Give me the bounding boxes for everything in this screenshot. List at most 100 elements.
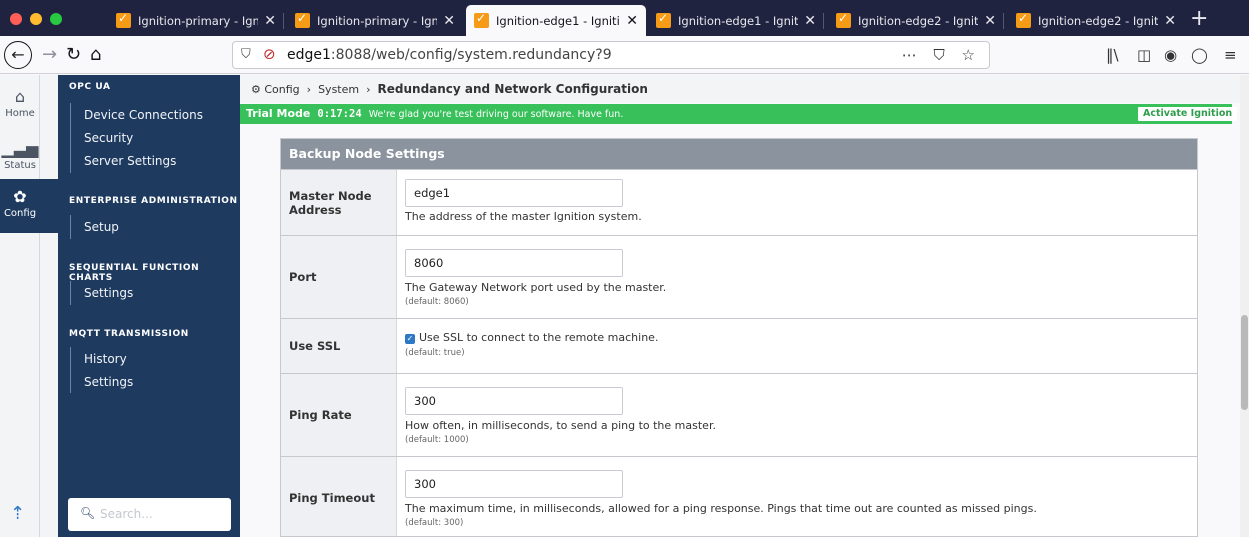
rail-home[interactable]: ⌂ Home bbox=[0, 79, 40, 133]
trial-timer: 0:17:24 bbox=[317, 108, 362, 120]
sidebar-search: 🔍︎ bbox=[68, 498, 231, 531]
tab-title: Ignition-edge1 - Ignition G bbox=[678, 13, 799, 28]
config-sidebar: OPC UA Device Connections Security Serve… bbox=[58, 75, 240, 537]
reload-icon[interactable]: ↻ bbox=[66, 44, 81, 65]
setting-default: (default: 1000) bbox=[405, 435, 469, 445]
home-icon: ⌂ bbox=[14, 87, 26, 106]
account-icon[interactable]: ◉ bbox=[1164, 46, 1177, 64]
browser-tab[interactable]: Ignition-edge2 - Ignition G ✕ bbox=[828, 5, 1004, 36]
setting-description: The maximum time, in milliseconds, allow… bbox=[405, 502, 1037, 515]
close-icon[interactable]: ✕ bbox=[443, 13, 455, 29]
window-close-dot[interactable] bbox=[10, 13, 22, 25]
use-ssl-checkbox[interactable]: ✓ bbox=[405, 334, 415, 344]
breadcrumb-config[interactable]: Config bbox=[264, 83, 299, 96]
master-address-input[interactable] bbox=[405, 179, 623, 207]
ignition-favicon-icon bbox=[656, 11, 671, 28]
browser-tab[interactable]: Ignition-primary - Ignition ✕ bbox=[108, 5, 284, 36]
breadcrumb-system[interactable]: System bbox=[318, 83, 359, 96]
tab-title: Ignition-edge2 - Ignition G bbox=[1038, 13, 1159, 28]
url-path: :8088/web/config/system.redundancy?9 bbox=[330, 47, 612, 63]
setting-row-use-ssl: Use SSL ✓ Use SSL to connect to the remo… bbox=[281, 318, 1197, 373]
ignition-favicon-icon bbox=[1016, 11, 1031, 28]
chevron-right-icon: › bbox=[303, 83, 315, 96]
setting-label: Ping Timeout bbox=[281, 457, 397, 536]
new-tab-plus-icon[interactable]: + bbox=[1190, 6, 1208, 31]
ignition-favicon-icon bbox=[474, 11, 489, 28]
app-nav-rail: ⌂ Home ▁▃▅ Status ✿ Config ⇡ bbox=[0, 75, 40, 537]
rail-config-label: Config bbox=[3, 208, 37, 219]
close-icon[interactable]: ✕ bbox=[626, 13, 638, 29]
trial-mode-label: Trial Mode bbox=[246, 107, 311, 120]
gear-icon: ⚙ bbox=[251, 83, 261, 96]
sidebar-item-sfc-settings[interactable]: Settings bbox=[84, 286, 133, 300]
ignition-favicon-icon bbox=[116, 11, 131, 28]
setting-label: Port bbox=[281, 236, 397, 318]
browser-tab[interactable]: Ignition-edge1 - Ignition G ✕ bbox=[648, 5, 824, 36]
trial-banner: Trial Mode 0:17:24 We're glad you're tes… bbox=[240, 104, 1238, 124]
setting-label-line: Address bbox=[289, 202, 342, 217]
browser-tab-active[interactable]: Ignition-edge1 - Ignition G ✕ bbox=[466, 5, 646, 36]
sidebar-section-bar bbox=[70, 103, 71, 173]
sidebar-item-device-connections[interactable]: Device Connections bbox=[84, 108, 203, 122]
home-icon[interactable]: ⌂ bbox=[90, 44, 101, 65]
url-text: edge1:8088/web/config/system.redundancy?… bbox=[287, 47, 612, 63]
page-scrollbar[interactable] bbox=[1240, 75, 1249, 537]
activate-ignition-button[interactable]: Activate Ignition bbox=[1138, 107, 1238, 121]
hamburger-menu-icon[interactable]: ≡ bbox=[1224, 46, 1237, 64]
sidebar-item-setup[interactable]: Setup bbox=[84, 220, 119, 234]
search-input[interactable] bbox=[100, 504, 220, 524]
ignition-favicon-icon bbox=[295, 11, 310, 28]
url-bar[interactable]: ⛉ ⊘ edge1:8088/web/config/system.redunda… bbox=[232, 41, 990, 69]
rail-home-label: Home bbox=[5, 108, 35, 119]
page-actions-icons[interactable]: ⋯ ⛉ ☆ bbox=[902, 46, 981, 64]
forward-arrow-icon[interactable]: → bbox=[42, 44, 57, 65]
back-arrow-icon[interactable]: ← bbox=[4, 41, 32, 69]
close-icon[interactable]: ✕ bbox=[984, 13, 996, 29]
sidebar-toggle-icon[interactable]: ◫ bbox=[1137, 46, 1151, 64]
close-icon[interactable]: ✕ bbox=[264, 13, 276, 29]
ping-timeout-input[interactable] bbox=[405, 470, 623, 498]
ping-rate-input[interactable] bbox=[405, 387, 623, 415]
setting-row-port: Port The Gateway Network port used by th… bbox=[281, 235, 1197, 318]
setting-default: (default: 300) bbox=[405, 518, 464, 528]
scrollbar-thumb[interactable] bbox=[1241, 315, 1248, 410]
sidebar-heading-sfc: SEQUENTIAL FUNCTION CHARTS bbox=[69, 263, 200, 283]
rail-config[interactable]: ✿ Config bbox=[0, 179, 40, 233]
sidebar-heading-enterprise: ENTERPRISE ADMINISTRATION bbox=[69, 196, 238, 206]
breadcrumb: ⚙ Config › System › Redundancy and Netwo… bbox=[240, 75, 1240, 103]
gear-icon: ✿ bbox=[13, 187, 27, 206]
setting-label: Use SSL bbox=[281, 319, 397, 373]
window-minimize-dot[interactable] bbox=[30, 13, 42, 25]
scroll-top-arrow-icon[interactable]: ⇡ bbox=[10, 503, 25, 524]
setting-label: Master Node Address bbox=[281, 170, 397, 235]
sidebar-heading-opcua: OPC UA bbox=[69, 82, 111, 92]
close-icon[interactable]: ✕ bbox=[1164, 13, 1176, 29]
insecure-lock-icon[interactable]: ⊘ bbox=[263, 45, 276, 63]
tracking-shield-icon[interactable]: ⛉ bbox=[241, 47, 251, 62]
rail-status[interactable]: ▁▃▅ Status bbox=[0, 131, 40, 185]
chevron-right-icon: › bbox=[362, 83, 375, 96]
sidebar-section-bar bbox=[70, 281, 71, 305]
setting-row-ping-rate: Ping Rate How often, in milliseconds, to… bbox=[281, 373, 1197, 456]
sidebar-item-mqtt-settings[interactable]: Settings bbox=[84, 375, 133, 389]
sidebar-item-security[interactable]: Security bbox=[84, 131, 133, 145]
browser-tab[interactable]: Ignition-edge2 - Ignition G ✕ bbox=[1008, 5, 1184, 36]
port-input[interactable] bbox=[405, 249, 623, 277]
sidebar-item-server-settings[interactable]: Server Settings bbox=[84, 154, 176, 168]
setting-description: Use SSL to connect to the remote machine… bbox=[419, 331, 659, 344]
search-icon: 🔍︎ bbox=[80, 506, 96, 520]
browser-tab[interactable]: Ignition-primary - Ignition ✕ bbox=[287, 5, 463, 36]
sidebar-section-bar bbox=[70, 347, 71, 393]
bar-chart-icon: ▁▃▅ bbox=[1, 139, 39, 158]
page-title: Redundancy and Network Configuration bbox=[377, 82, 648, 96]
ignition-favicon-icon bbox=[836, 11, 851, 28]
sidebar-heading-mqtt: MQTT TRANSMISSION bbox=[69, 329, 189, 339]
sidebar-item-history[interactable]: History bbox=[84, 352, 127, 366]
rail-gutter bbox=[40, 75, 58, 179]
rail-config-strip bbox=[40, 179, 58, 233]
window-zoom-dot[interactable] bbox=[50, 13, 62, 25]
library-icon[interactable]: ‖\ bbox=[1106, 46, 1119, 64]
extension-icon[interactable]: ◯ bbox=[1191, 46, 1208, 64]
setting-default: (default: 8060) bbox=[405, 297, 469, 307]
close-icon[interactable]: ✕ bbox=[804, 13, 816, 29]
